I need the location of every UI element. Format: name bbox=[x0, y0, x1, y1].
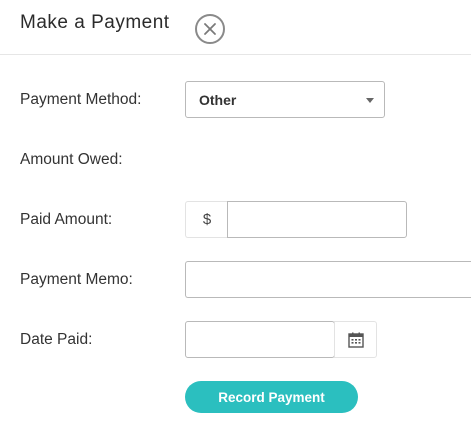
paid-amount-label: Paid Amount: bbox=[20, 211, 113, 228]
payment-method-select[interactable]: Other bbox=[185, 81, 385, 118]
payment-method-value: Other bbox=[199, 92, 237, 108]
payment-memo-input[interactable] bbox=[185, 261, 471, 298]
close-button[interactable] bbox=[195, 14, 225, 44]
calendar-icon bbox=[348, 332, 364, 348]
payment-dialog: Make a Payment Payment Method: Other Amo… bbox=[0, 0, 471, 427]
close-circle-icon bbox=[204, 23, 216, 35]
payment-memo-label: Payment Memo: bbox=[20, 271, 133, 288]
date-paid-label: Date Paid: bbox=[20, 331, 93, 348]
paid-amount-input[interactable] bbox=[227, 201, 407, 238]
dialog-header: Make a Payment bbox=[0, 0, 471, 55]
payment-method-label: Payment Method: bbox=[20, 91, 142, 108]
date-paid-input[interactable] bbox=[185, 321, 335, 358]
caret-down-icon bbox=[366, 98, 374, 103]
amount-owed-label: Amount Owed: bbox=[20, 151, 123, 168]
dialog-title: Make a Payment bbox=[20, 12, 170, 33]
currency-prefix: $ bbox=[185, 201, 228, 238]
date-picker-button[interactable] bbox=[334, 321, 377, 358]
record-payment-button[interactable]: Record Payment bbox=[185, 381, 358, 413]
